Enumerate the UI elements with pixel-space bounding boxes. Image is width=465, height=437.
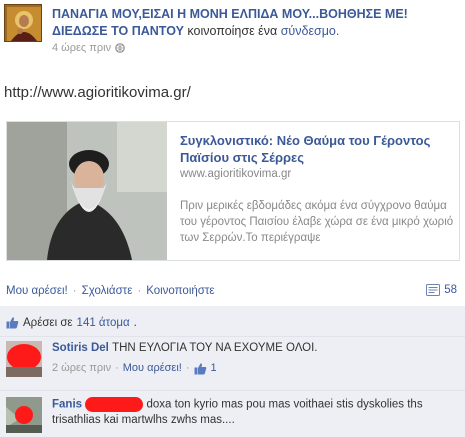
likes-summary: Αρέσει σε 141 άτομα. [6, 316, 137, 329]
page-avatar-icon[interactable] [4, 4, 42, 42]
post-timestamp[interactable]: 4 ώρες πριν [52, 42, 111, 54]
comment-button[interactable]: Σχολιάστε [82, 285, 133, 297]
share-description: κοινοποίησε ένα σύνδεσμο. [187, 24, 339, 38]
shares-icon [426, 284, 441, 296]
preview-title-link[interactable]: Συγκλονιστικό: Νέο Θαύμα του Γέροντος Πα… [180, 132, 450, 166]
comment-item: Sotiris Del ΤΗΝ ΕΥΛΟΓΙΑ ΤΟΥ ΝΑ ΕΧΟΥΜΕ ΟΛ… [0, 341, 465, 391]
share-button[interactable]: Κοινοποιήστε [146, 285, 214, 297]
comment-body: Sotiris Del ΤΗΝ ΕΥΛΟΓΙΑ ΤΟΥ ΝΑ ΕΧΟΥΜΕ ΟΛ… [52, 341, 457, 376]
comment-text: ΤΗΝ ΕΥΛΟΓΙΑ ΤΟΥ ΝΑ ΕΧΟΥΜΕ ΟΛΟΙ. [112, 342, 318, 354]
comments-section: Αρέσει σε 141 άτομα. Sotiris Del ΤΗΝ ΕΥΛ… [0, 306, 465, 437]
likes-prefix: Αρέσει σε [23, 316, 73, 329]
comments-divider [0, 336, 465, 337]
comment-avatar[interactable] [6, 397, 42, 433]
meta-separator: · [115, 362, 119, 374]
redacted-name-mark [85, 397, 144, 412]
like-button[interactable]: Μου αρέσει! [6, 285, 68, 297]
action-separator: · [72, 285, 77, 297]
share-count[interactable]: 58 [426, 284, 457, 296]
comment-author-link[interactable]: Sotiris Del [52, 342, 109, 354]
comment-avatar[interactable] [6, 341, 42, 377]
like-thumb-icon [6, 317, 19, 329]
post-author-line: ΠΑΝΑΓΙΑ ΜΟΥ,ΕΙΣΑΙ Η ΜΟΝΗ ΕΛΠΙΔΑ ΜΟΥ...ΒΟ… [52, 6, 460, 40]
comment-like-button[interactable]: Μου αρέσει! [123, 361, 182, 376]
globe-icon [115, 43, 125, 53]
likes-count-link[interactable]: 141 άτομα [77, 317, 130, 329]
shared-link-text[interactable]: σύνδεσμο. [281, 24, 340, 38]
post-url-text[interactable]: http://www.agioritikovima.gr/ [4, 84, 191, 101]
preview-description: Πριν μερικές εβδομάδες ακόμα ένα σύγχρον… [180, 200, 454, 244]
comment-body: Fanis doxa ton kyrio mas pou mas voithae… [52, 397, 457, 428]
preview-domain: www.agioritikovima.gr [180, 168, 292, 180]
share-prefix: κοινοποίησε ένα [187, 24, 278, 38]
comment-item: Fanis doxa ton kyrio mas pou mas voithae… [0, 397, 465, 437]
post-header: ΠΑΝΑΓΙΑ ΜΟΥ,ΕΙΣΑΙ Η ΜΟΝΗ ΕΛΠΙΔΑ ΜΟΥ...ΒΟ… [0, 0, 465, 62]
likes-suffix: . [133, 316, 137, 329]
link-preview-card[interactable]: Συγκλονιστικό: Νέο Θαύμα του Γέροντος Πα… [6, 121, 460, 261]
comment-author-link[interactable]: Fanis [52, 399, 82, 411]
preview-thumbnail-image[interactable] [7, 122, 167, 260]
share-count-value[interactable]: 58 [444, 284, 457, 296]
post-timestamp-row: 4 ώρες πριν [52, 42, 125, 54]
comments-divider [0, 390, 465, 391]
action-separator: · [137, 285, 142, 297]
comment-meta: 2 ώρες πριν · Μου αρέσει! · 1 [52, 361, 457, 376]
like-thumb-icon [194, 363, 206, 375]
comment-like-count[interactable]: 1 [211, 361, 217, 376]
comment-timestamp[interactable]: 2 ώρες πριν [52, 361, 111, 376]
meta-separator: · [185, 362, 190, 374]
post-actions-bar: Μου αρέσει! · Σχολιάστε · Κοινοποιήστε [6, 285, 215, 297]
